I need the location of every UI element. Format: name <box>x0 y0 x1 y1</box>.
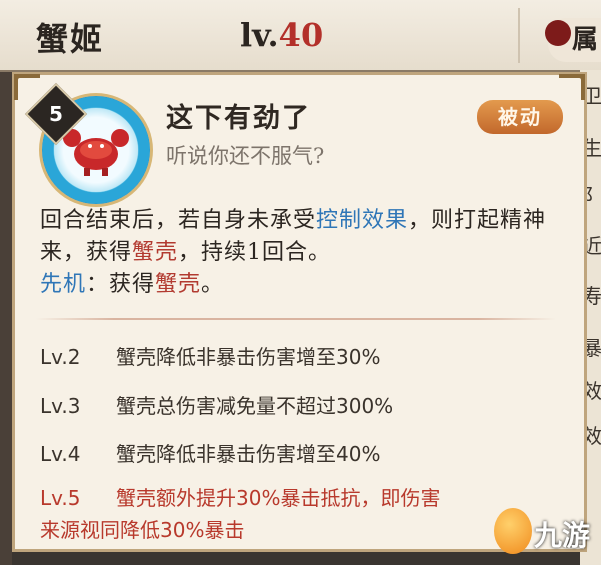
control-effect-link[interactable]: 控制效果 <box>316 208 408 233</box>
upgrade-row: Lv.2 蟹壳降低非暴击伤害增至30% <box>40 341 380 370</box>
section-divider <box>36 318 556 320</box>
shikigami-level: lv.40 <box>240 16 323 54</box>
upgrade-row: Lv.5 蟹壳额外提升30%暴击抵抗，即伤害 来源视同降低30%暴击 <box>40 482 560 546</box>
skill-subtitle: 听说你还不服气? <box>166 144 325 168</box>
desc-text: 。 <box>201 272 225 297</box>
skill-level-number: 5 <box>49 102 63 126</box>
upgrade-level: Lv.5 <box>40 486 81 510</box>
upgrade-level: Lv.3 <box>40 394 81 418</box>
corner-ornament-icon <box>559 74 585 100</box>
initiative-link[interactable]: 先机 <box>40 272 86 297</box>
level-value: 40 <box>278 16 324 54</box>
mascot-icon <box>494 508 532 554</box>
upgrade-text: 蟹壳额外提升30%暴击抵抗，即伤害 <box>116 486 441 510</box>
watermark-text: 九游 <box>534 519 591 552</box>
desc-text: ：获得 <box>86 272 156 297</box>
knot-ornament-icon <box>545 20 571 46</box>
passive-badge: 被动 <box>477 100 563 134</box>
shikigami-header: 蟹姬 lv.40 属 <box>0 0 601 72</box>
upgrade-row: Lv.3 蟹壳总伤害减免量不超过300% <box>40 390 393 419</box>
site-watermark: 九游 <box>494 508 601 560</box>
upgrade-level: Lv.4 <box>40 442 81 466</box>
skill-title: 这下有劲了 <box>166 103 311 134</box>
level-prefix: lv. <box>240 16 279 54</box>
upgrade-text: 蟹壳总伤害减免量不超过300% <box>116 394 394 418</box>
crab-shell-link[interactable]: 蟹壳 <box>155 272 201 297</box>
shikigami-name: 蟹姬 <box>36 20 105 58</box>
left-edge-panel <box>0 70 12 565</box>
crab-shell-link[interactable]: 蟹壳 <box>132 240 178 265</box>
desc-text: ，持续1回合。 <box>178 240 332 265</box>
header-divider <box>518 8 520 63</box>
upgrade-text-continued: 来源视同降低30%暴击 <box>40 518 245 542</box>
upgrade-row: Lv.4 蟹壳降低非暴击伤害增至40% <box>40 438 380 467</box>
upgrade-text: 蟹壳降低非暴击伤害增至40% <box>116 442 381 466</box>
skill-description: 回合结束后，若自身未承受控制效果，则打起精神来，获得蟹壳，持续1回合。 先机：获… <box>40 205 565 301</box>
upgrade-level: Lv.2 <box>40 345 81 369</box>
desc-text: 回合结束后，若自身未承受 <box>40 208 317 233</box>
upgrade-text: 蟹壳降低非暴击伤害增至30% <box>116 345 381 369</box>
